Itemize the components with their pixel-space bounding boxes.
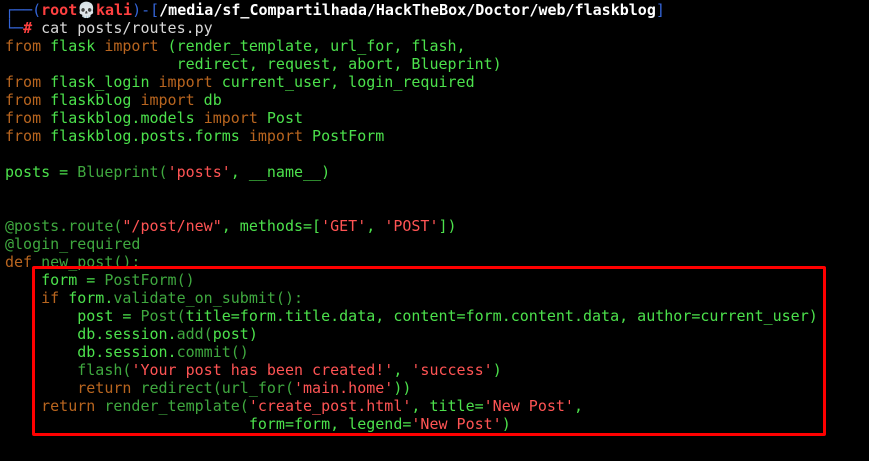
code-token: import: [248, 127, 304, 145]
code-token: 'posts': [167, 163, 231, 181]
code-token: def: [5, 253, 33, 271]
code-token: ,: [366, 217, 385, 235]
code-token: (render_template, url_for, flash,: [158, 37, 466, 55]
code-token: flaskblog: [41, 91, 141, 109]
code-token: #: [23, 19, 33, 37]
code-token: from: [5, 91, 42, 109]
code-token: current_user, login_required: [212, 73, 475, 91]
code-token: import: [203, 109, 258, 127]
code-line: @posts.route("/post/new", methods=['GET'…: [5, 217, 457, 235]
terminal-window[interactable]: ┌──(root💀kali)-[/media/sf_Compartilhada/…: [0, 0, 869, 461]
code-token: import: [104, 37, 159, 55]
code-token: 💀: [77, 1, 96, 19]
code-token: import: [158, 73, 213, 91]
code-token: ]): [438, 217, 457, 235]
code-token: flask_login: [41, 73, 159, 91]
code-token: Blueprint(: [77, 163, 168, 181]
code-token: flaskblog.posts.forms: [41, 127, 249, 145]
code-token: , __name__): [230, 163, 331, 181]
code-token: @login_required: [5, 235, 141, 253]
prompt-path-line: ┌──(root💀kali)-[/media/sf_Compartilhada/…: [5, 1, 665, 19]
code-token: , methods=[: [221, 217, 322, 235]
highlight-annotation-box: [32, 266, 826, 436]
code-token: PostForm: [303, 127, 385, 145]
code-token: from: [5, 127, 42, 145]
code-token: from: [5, 37, 42, 55]
code-line: from flask import (render_template, url_…: [5, 37, 466, 55]
code-token: ]: [655, 1, 665, 19]
code-token: └─: [5, 19, 24, 37]
code-line: redirect, request, abort, Blueprint): [5, 55, 502, 73]
code-token: from: [5, 109, 42, 127]
code-token: db: [194, 91, 222, 109]
code-line: from flaskblog import db: [5, 91, 222, 109]
code-token: )-[: [132, 1, 160, 19]
code-token: "/post/new": [122, 217, 222, 235]
code-token: Post: [257, 109, 304, 127]
code-line: from flask_login import current_user, lo…: [5, 73, 475, 91]
code-token: root: [41, 1, 78, 19]
code-token: /media/sf_Compartilhada/HackTheBox/Docto…: [159, 1, 656, 19]
code-token: 'POST': [384, 217, 439, 235]
code-line: from flaskblog.posts.forms import PostFo…: [5, 127, 384, 145]
code-line: @login_required: [5, 235, 140, 253]
code-token: posts =: [5, 163, 78, 181]
code-token: @posts.route(: [5, 217, 123, 235]
code-token: flask: [41, 37, 105, 55]
code-token: redirect, request, abort, Blueprint): [5, 55, 502, 73]
code-token: from: [5, 73, 42, 91]
code-token: 'GET': [321, 217, 367, 235]
code-line: posts = Blueprint('posts', __name__): [5, 163, 330, 181]
code-token: flaskblog.models: [41, 109, 204, 127]
prompt-command-line: └─# cat posts/routes.py: [5, 19, 213, 37]
code-line: from flaskblog.models import Post: [5, 109, 303, 127]
code-token: kali: [95, 1, 133, 19]
code-token: cat posts/routes.py: [32, 19, 213, 37]
code-token: import: [140, 91, 195, 109]
code-token: ┌──(: [5, 1, 42, 19]
